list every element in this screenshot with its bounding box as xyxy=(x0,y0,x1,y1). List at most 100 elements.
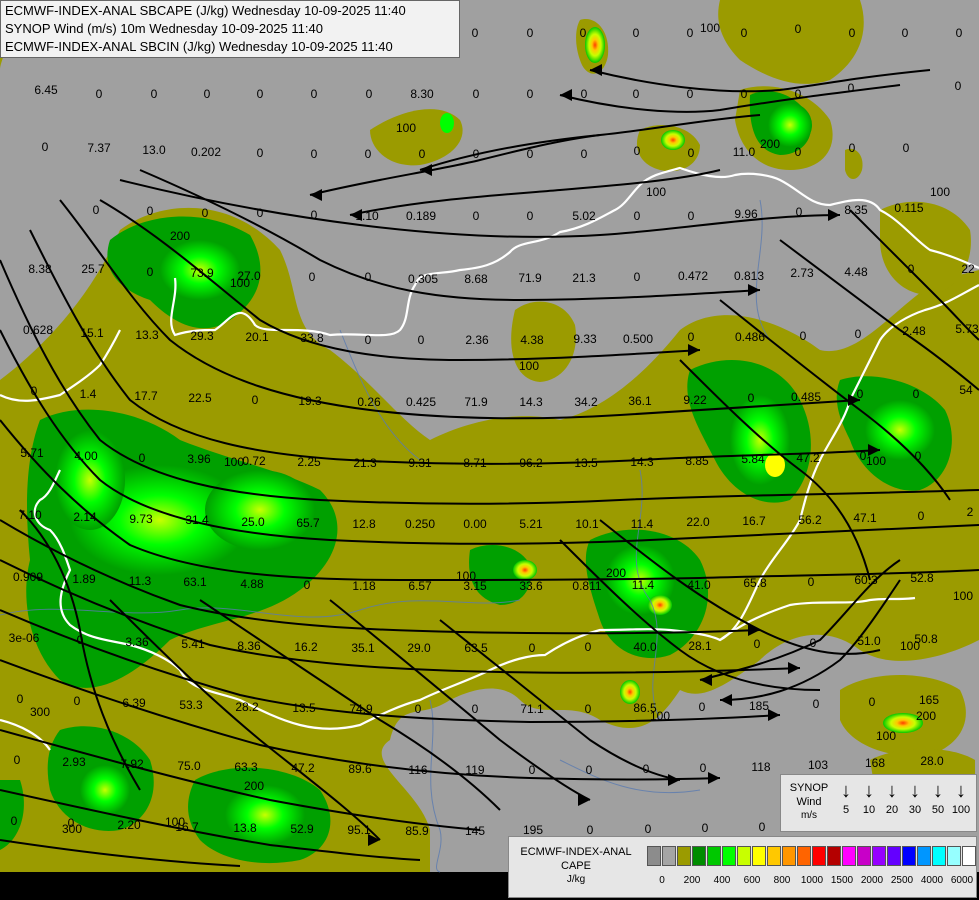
cape-value-label: 100 xyxy=(396,121,416,135)
cape-color-swatch xyxy=(962,846,976,866)
cape-value-label: 0 xyxy=(855,327,862,341)
cape-value-label: 0 xyxy=(813,697,820,711)
cape-value-label: 0 xyxy=(527,147,534,161)
cape-value-label: 0 xyxy=(527,209,534,223)
wind-legend-item: ↓ 50 xyxy=(927,779,949,817)
cape-value-label: 0.811 xyxy=(572,579,601,593)
cape-value-label: 145 xyxy=(465,824,485,838)
cape-scale-tick: 4000 xyxy=(920,875,944,886)
cape-value-label: 0 xyxy=(252,393,259,407)
cape-value-label: 0 xyxy=(754,637,761,651)
arrow-down-icon: ↓ xyxy=(910,780,920,802)
cape-value-label: 63.3 xyxy=(234,760,258,774)
cape-value-label: 0 xyxy=(472,702,479,716)
cape-value-label: 12.8 xyxy=(352,517,376,531)
cape-value-label: 0 xyxy=(257,206,264,220)
cape-scale-ticks: 0 200 400 600 800 1000 1500 2000 2500 4000 6000 xyxy=(647,875,977,889)
cape-value-label: 13.5 xyxy=(574,456,598,470)
cape-value-label: 100 xyxy=(224,455,244,469)
cape-value-label: 6.39 xyxy=(122,696,146,710)
cape-value-label: 0 xyxy=(634,209,641,223)
cape-value-label: 0 xyxy=(587,823,594,837)
cape-value-label: 19.3 xyxy=(298,394,322,408)
cape-value-label: 0 xyxy=(311,147,318,161)
cape-value-label: 4.38 xyxy=(520,333,544,347)
cape-value-label: 100 xyxy=(165,815,185,829)
cape-value-label: 0.305 xyxy=(408,272,438,286)
cape-value-label: 4.48 xyxy=(844,265,868,279)
cape-value-label: 0 xyxy=(311,87,318,101)
cape-value-label: 0 xyxy=(31,384,38,398)
cape-value-label: 21.3 xyxy=(353,456,377,470)
cape-value-label: 0 xyxy=(309,270,316,284)
cape-value-label: 13.0 xyxy=(142,143,166,157)
cape-value-label: 0 xyxy=(365,147,372,161)
cape-value-label: 0 xyxy=(688,146,695,160)
cape-color-swatch xyxy=(782,846,796,866)
cape-value-label: 0 xyxy=(918,509,925,523)
cape-value-label: 0 xyxy=(869,695,876,709)
cape-value-label: 47.2 xyxy=(291,761,315,775)
cape-value-label: 0 xyxy=(810,636,817,650)
cape-value-label: 0 xyxy=(527,87,534,101)
cape-value-label: 8.38 xyxy=(28,262,52,276)
cape-value-label: 0 xyxy=(527,26,534,40)
cape-value-label: 7.92 xyxy=(120,757,144,771)
cape-value-label: 0.26 xyxy=(357,395,381,409)
arrow-down-icon: ↓ xyxy=(887,780,897,802)
cape-value-label: 0 xyxy=(902,26,909,40)
cape-value-label: 119 xyxy=(465,763,484,777)
cape-value-label: 0 xyxy=(913,387,920,401)
cape-value-label: 5.21 xyxy=(519,517,543,531)
cape-value-label: 0 xyxy=(848,81,855,95)
cape-value-label: 25.0 xyxy=(241,515,265,529)
cape-value-label: 13.5 xyxy=(292,701,316,715)
cape-value-label: 2.73 xyxy=(790,266,814,280)
cape-color-swatch xyxy=(857,846,871,866)
cape-value-label: 0 xyxy=(74,694,81,708)
cape-value-label: 0 xyxy=(956,26,963,40)
cape-value-label: 168 xyxy=(865,756,885,770)
cape-scale-tick: 400 xyxy=(713,875,731,886)
cape-value-label: 63.1 xyxy=(183,575,207,589)
cape-value-label: 16.7 xyxy=(742,514,766,528)
cape-value-label: 195 xyxy=(523,823,543,837)
map-title-cape: ECMWF-INDEX-ANAL SBCAPE (J/kg) Wednesday… xyxy=(5,3,406,18)
cape-value-label: 200 xyxy=(606,566,626,580)
map-title-wind: SYNOP Wind (m/s) 10m Wednesday 10-09-202… xyxy=(5,21,323,36)
cape-value-label: 22.0 xyxy=(686,515,710,529)
cape-value-label: 9.22 xyxy=(683,393,707,407)
cape-value-label: 8.35 xyxy=(844,203,868,217)
cape-value-label: 4.88 xyxy=(240,577,264,591)
cape-value-label: 1.4 xyxy=(80,387,97,401)
cape-value-label: 0 xyxy=(748,391,755,405)
cape-value-label: 0 xyxy=(139,451,146,465)
cape-value-label: 0 xyxy=(857,387,864,401)
cape-value-label: 0 xyxy=(800,329,807,343)
cape-value-label: 2.14 xyxy=(73,510,97,524)
cape-value-label: 29.0 xyxy=(407,641,431,655)
cape-value-label: 0 xyxy=(795,145,802,159)
cape-value-label: 4.00 xyxy=(74,449,98,463)
cape-value-label: 0 xyxy=(585,702,592,716)
cape-value-label: 0 xyxy=(415,702,422,716)
cape-value-label: 100 xyxy=(519,359,539,373)
cape-value-label: 5.02 xyxy=(572,209,596,223)
cape-value-label: 0 xyxy=(365,333,372,347)
cape-value-label: 63.5 xyxy=(464,641,488,655)
cape-value-label: 116 xyxy=(408,763,427,777)
cape-value-label: 0 xyxy=(96,87,103,101)
cape-value-label: 56.2 xyxy=(798,513,822,527)
cape-value-label: 100 xyxy=(866,454,886,468)
cape-value-label: 0 xyxy=(634,270,641,284)
cape-value-label: 1.18 xyxy=(352,579,376,593)
wind-legend-item: ↓ 5 xyxy=(835,779,857,817)
cape-color-swatch xyxy=(812,846,826,866)
cape-value-label: 85.9 xyxy=(405,824,429,838)
cape-value-label: 5.41 xyxy=(181,637,205,651)
cape-value-label: 100 xyxy=(930,185,950,199)
cape-value-label: 8.85 xyxy=(685,454,709,468)
cape-value-label: 65.8 xyxy=(743,576,767,590)
cape-value-label: 3e-06 xyxy=(9,631,40,645)
cape-value-label: 33.8 xyxy=(300,331,324,345)
